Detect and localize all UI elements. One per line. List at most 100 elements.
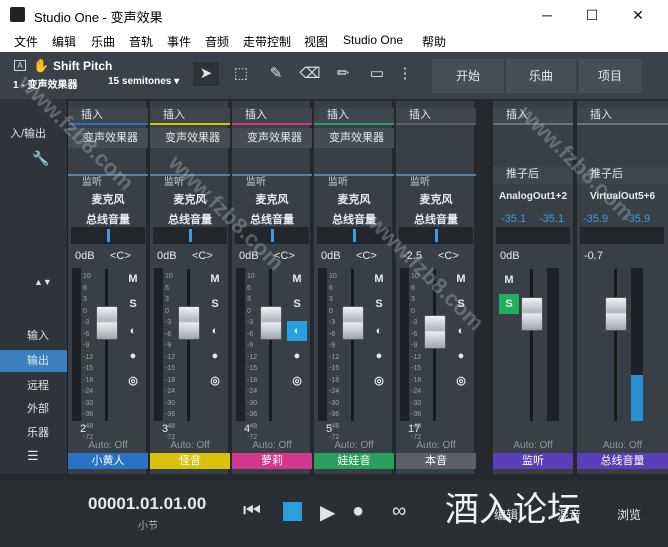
automation-mode[interactable]: Auto: Off [493, 440, 573, 451]
input-icon[interactable]: ◎ [451, 371, 471, 391]
send-mode[interactable]: 推子后 [493, 167, 573, 184]
channel-fader[interactable] [178, 306, 200, 340]
instrument-tab[interactable]: 乐器 [0, 422, 67, 444]
start-button[interactable]: 开始 [432, 59, 504, 93]
close-button[interactable]: ✕ [623, 4, 653, 26]
maximize-button[interactable]: ☐ [577, 4, 607, 26]
mute-button[interactable]: M [123, 269, 143, 289]
stop-button[interactable] [283, 502, 302, 521]
mute-button[interactable]: M [369, 269, 389, 289]
expand-icon[interactable]: ▲▼ [0, 271, 67, 293]
eraser-tool-icon[interactable]: ⌫ [297, 62, 323, 86]
automation-mode[interactable]: Auto: Off [68, 440, 148, 451]
monitor-icon[interactable]: ◐ [369, 321, 389, 341]
pan-bar[interactable] [71, 227, 145, 244]
output-select[interactable]: 总线音量 [396, 211, 476, 227]
menu-help[interactable]: 帮助 [422, 33, 446, 50]
solo-button[interactable]: S [123, 294, 143, 314]
menu-view[interactable]: 视图 [304, 33, 328, 50]
mute-button[interactable]: M [205, 269, 225, 289]
monitor-button[interactable]: 监听 [314, 174, 394, 188]
arrow-tool-icon[interactable]: ➤ [193, 62, 219, 86]
monitor-icon[interactable]: ◐ [123, 321, 143, 341]
minimize-button[interactable]: ─ [532, 4, 562, 26]
bus-fader[interactable] [605, 297, 627, 331]
input-select[interactable]: 麦克风 [232, 191, 312, 207]
monitor-button[interactable]: 监听 [396, 174, 476, 188]
semitones-select[interactable]: 15 semitones ▾ [108, 76, 179, 87]
loop-icon[interactable]: ∞ [392, 500, 406, 523]
monitor-button[interactable]: 监听 [232, 174, 312, 188]
pan-bar[interactable] [496, 227, 570, 244]
input-select[interactable]: 麦克风 [396, 191, 476, 207]
menu-track[interactable]: 音轨 [129, 33, 153, 50]
solo-button[interactable]: S [205, 294, 225, 314]
record-arm-icon[interactable]: ● [451, 346, 471, 366]
pan-bar[interactable] [580, 227, 664, 244]
browse-button[interactable]: 浏览 [617, 506, 641, 523]
pan-bar[interactable] [153, 227, 227, 244]
bus-fader[interactable] [521, 297, 543, 331]
input-select[interactable]: 麦克风 [68, 191, 148, 207]
channel-number: 2 [80, 423, 87, 435]
monitor-icon[interactable]: ◐ [205, 321, 225, 341]
menu-event[interactable]: 事件 [167, 33, 191, 50]
mute-button[interactable]: M [499, 270, 519, 290]
automation-mode[interactable]: Auto: Off [396, 440, 476, 451]
menu-file[interactable]: 文件 [14, 33, 38, 50]
automation-mode[interactable]: Auto: Off [150, 440, 230, 451]
channel-fader[interactable] [342, 306, 364, 340]
wrench-icon[interactable]: 🔧 [0, 147, 67, 169]
mute-button[interactable]: M [287, 269, 307, 289]
record-icon[interactable]: ● [352, 500, 364, 523]
record-arm-icon[interactable]: ● [287, 346, 307, 366]
menu-audio[interactable]: 音频 [205, 33, 229, 50]
insert-fx[interactable]: 变声效果器 [232, 128, 312, 148]
input-icon[interactable]: ◎ [369, 371, 389, 391]
insert-fx[interactable]: 变声效果器 [150, 128, 230, 148]
automation-mode[interactable]: Auto: Off [577, 440, 668, 451]
input-icon[interactable]: ◎ [123, 371, 143, 391]
channel-fader[interactable] [96, 306, 118, 340]
play-icon[interactable]: ▶ [320, 500, 335, 525]
channel-fader[interactable] [260, 306, 282, 340]
insert-slot[interactable]: 插入 [577, 108, 668, 125]
external-tab[interactable]: 外部 [0, 398, 67, 420]
mute-tool-icon[interactable]: ▭ [364, 62, 390, 86]
input-icon[interactable]: ◎ [205, 371, 225, 391]
insert-slot[interactable]: 插入 [232, 108, 312, 125]
menu-icon[interactable]: ☰ [0, 445, 67, 467]
menu-edit[interactable]: 编辑 [52, 33, 76, 50]
split-tool-icon[interactable]: ✎ [263, 62, 289, 86]
solo-button[interactable]: S [499, 294, 519, 314]
channel-fader[interactable] [424, 315, 446, 349]
project-button[interactable]: 项目 [579, 59, 641, 93]
input-icon[interactable]: ◎ [287, 371, 307, 391]
menu-song[interactable]: 乐曲 [91, 33, 115, 50]
solo-button[interactable]: S [369, 294, 389, 314]
menu-studio-one[interactable]: Studio One [343, 33, 403, 47]
automation-mode[interactable]: Auto: Off [314, 440, 394, 451]
rewind-icon[interactable]: ⏮ [243, 500, 261, 523]
output-select[interactable]: 总线音量 [68, 211, 148, 227]
automation-mode[interactable]: Auto: Off [232, 440, 312, 451]
output-tab[interactable]: 输出 [0, 350, 67, 372]
output-select[interactable]: AnalogOut1+2 [493, 191, 573, 202]
input-tab[interactable]: 输入 [0, 325, 67, 347]
remote-tab[interactable]: 远程 [0, 375, 67, 397]
range-tool-icon[interactable]: ⬚ [228, 62, 254, 86]
pencil-tool-icon[interactable]: ✏ [330, 62, 356, 86]
song-button[interactable]: 乐曲 [506, 59, 576, 93]
menu-transport[interactable]: 走带控制 [243, 33, 291, 50]
record-arm-icon[interactable]: ● [369, 346, 389, 366]
insert-slot[interactable]: 插入 [396, 108, 476, 125]
insert-fx[interactable]: 变声效果器 [314, 128, 394, 148]
record-arm-icon[interactable]: ● [123, 346, 143, 366]
insert-slot[interactable]: 插入 [314, 108, 394, 125]
monitor-icon[interactable]: ◐ [287, 321, 307, 341]
bend-tool-icon[interactable]: ⋮ [392, 62, 418, 86]
input-select[interactable]: 麦克风 [314, 191, 394, 207]
record-arm-icon[interactable]: ● [205, 346, 225, 366]
solo-button[interactable]: S [287, 294, 307, 314]
insert-slot[interactable]: 插入 [150, 108, 230, 125]
